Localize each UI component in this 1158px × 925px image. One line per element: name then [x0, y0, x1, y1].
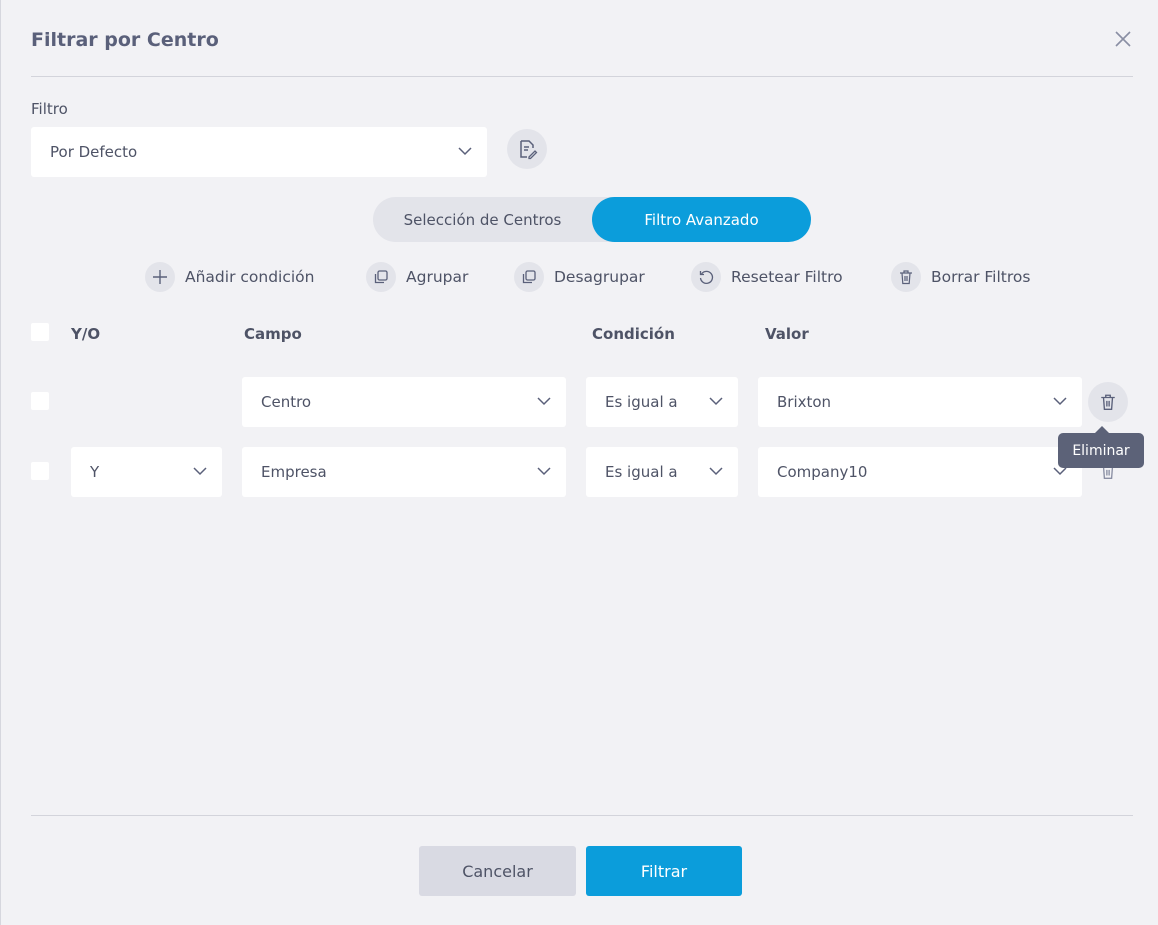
filter-submit-button[interactable]: Filtrar: [586, 846, 742, 896]
add-condition-button[interactable]: Añadir condición: [145, 262, 314, 292]
column-header-valor: Valor: [765, 325, 809, 343]
column-header-yo: Y/O: [71, 325, 101, 343]
ungroup-icon: [514, 262, 544, 292]
ungroup-label: Desagrupar: [554, 268, 645, 286]
chevron-down-icon: [537, 397, 551, 406]
clear-filters-button[interactable]: Borrar Filtros: [891, 262, 1030, 292]
column-header-condicion: Condición: [592, 325, 675, 343]
chevron-down-icon: [458, 147, 472, 156]
filter-label: Filtro: [31, 100, 68, 118]
close-icon: [1115, 31, 1131, 47]
ungroup-button[interactable]: Desagrupar: [514, 262, 645, 292]
group-icon: [366, 262, 396, 292]
header-divider: [31, 76, 1133, 77]
reset-icon: [691, 262, 721, 292]
row-checkbox[interactable]: [31, 392, 49, 410]
document-edit-icon: [520, 140, 538, 160]
mode-toggle: Selección de Centros Filtro Avanzado: [373, 197, 811, 242]
plus-icon: [145, 262, 175, 292]
reset-filter-label: Resetear Filtro: [731, 268, 843, 286]
trash-icon: [1101, 394, 1115, 410]
chevron-down-icon: [709, 467, 723, 476]
window-edge: [0, 0, 1, 925]
campo-value: Centro: [261, 393, 312, 411]
tab-filtro-avanzado[interactable]: Filtro Avanzado: [592, 197, 811, 242]
yo-select[interactable]: Y: [71, 447, 222, 497]
column-header-campo: Campo: [244, 325, 302, 343]
condicion-value: Es igual a: [605, 463, 678, 481]
chevron-down-icon: [193, 467, 207, 476]
yo-value: Y: [90, 463, 100, 481]
reset-filter-button[interactable]: Resetear Filtro: [691, 262, 843, 292]
dialog-title: Filtrar por Centro: [31, 29, 219, 51]
campo-select[interactable]: Empresa: [242, 447, 566, 497]
condicion-select[interactable]: Es igual a: [586, 447, 738, 497]
chevron-down-icon: [709, 397, 723, 406]
clear-filters-label: Borrar Filtros: [931, 268, 1031, 286]
filter-select[interactable]: Por Defecto: [31, 127, 487, 177]
trash-icon: [891, 262, 921, 292]
footer-divider: [31, 815, 1133, 816]
valor-select[interactable]: Brixton: [758, 377, 1082, 427]
row-checkbox[interactable]: [31, 462, 49, 480]
chevron-down-icon: [1053, 397, 1067, 406]
chevron-down-icon: [537, 467, 551, 476]
valor-select[interactable]: Company10: [758, 447, 1082, 497]
edit-filter-button[interactable]: [507, 129, 547, 169]
tab-seleccion-centros[interactable]: Selección de Centros: [373, 197, 592, 242]
filter-select-value: Por Defecto: [50, 143, 138, 161]
condicion-select[interactable]: Es igual a: [586, 377, 738, 427]
add-condition-label: Añadir condición: [185, 268, 315, 286]
group-label: Agrupar: [406, 268, 469, 286]
delete-tooltip: Eliminar: [1058, 426, 1144, 468]
close-button[interactable]: [1112, 28, 1134, 50]
campo-value: Empresa: [261, 463, 327, 481]
campo-select[interactable]: Centro: [242, 377, 566, 427]
group-button[interactable]: Agrupar: [366, 262, 468, 292]
valor-value: Company10: [777, 463, 868, 481]
condicion-value: Es igual a: [605, 393, 678, 411]
delete-row-button[interactable]: [1088, 382, 1128, 422]
valor-value: Brixton: [777, 393, 832, 411]
cancel-button[interactable]: Cancelar: [419, 846, 576, 896]
select-all-checkbox[interactable]: [31, 323, 49, 341]
